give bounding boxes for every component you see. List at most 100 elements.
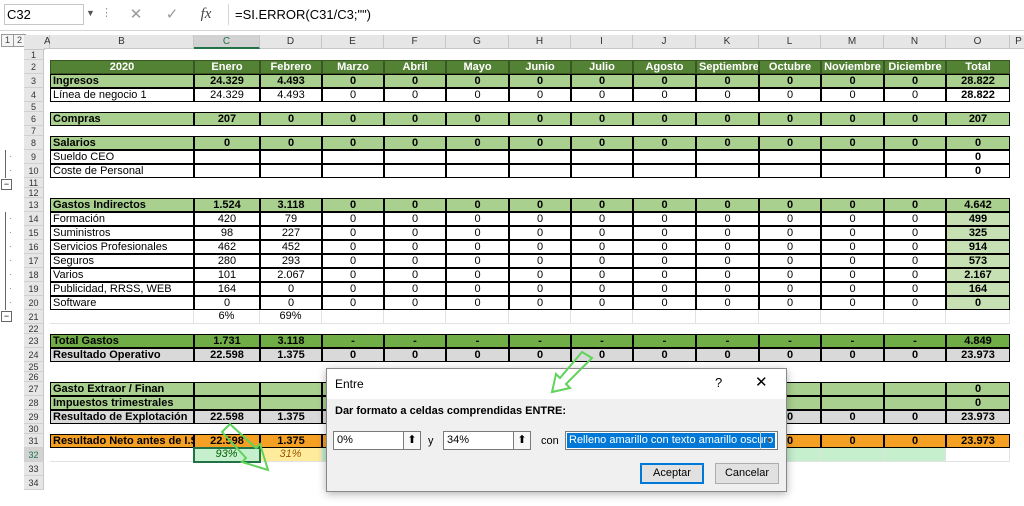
data-cell[interactable]: 0 xyxy=(633,268,696,282)
dialog-titlebar[interactable]: Entre ? ✕ xyxy=(327,369,786,399)
data-cell[interactable]: 0 xyxy=(633,88,696,102)
collapse-group-button[interactable]: − xyxy=(1,179,12,190)
data-cell[interactable]: 0 xyxy=(946,150,1010,164)
data-cell[interactable] xyxy=(571,150,633,164)
data-cell[interactable] xyxy=(696,310,759,324)
data-cell[interactable]: 0 xyxy=(571,136,633,150)
insert-function-icon[interactable]: fx xyxy=(194,4,218,25)
data-cell[interactable]: 0 xyxy=(509,112,571,126)
row-header-22[interactable]: 22 xyxy=(24,324,44,334)
data-cell[interactable] xyxy=(633,164,696,178)
highlight-cell[interactable] xyxy=(821,448,884,462)
data-cell[interactable] xyxy=(571,164,633,178)
data-cell[interactable]: 0 xyxy=(571,348,633,362)
data-cell[interactable]: 0 xyxy=(884,410,946,424)
data-cell[interactable]: 0 xyxy=(446,198,509,212)
data-cell[interactable]: 0 xyxy=(696,136,759,150)
data-cell[interactable]: 1.375 xyxy=(260,410,322,424)
data-cell[interactable]: 0 xyxy=(884,240,946,254)
data-cell[interactable]: 0 xyxy=(759,268,821,282)
data-cell[interactable]: - xyxy=(759,334,821,348)
data-cell[interactable]: - xyxy=(821,334,884,348)
row-header-17[interactable]: 17 xyxy=(24,254,44,268)
data-cell[interactable]: 0 xyxy=(821,136,884,150)
data-cell[interactable]: 0 xyxy=(946,296,1010,310)
column-header-k[interactable]: K xyxy=(696,35,759,49)
data-cell[interactable]: 0 xyxy=(384,348,446,362)
name-box-dropdown-icon[interactable]: ▼ xyxy=(86,8,95,18)
data-cell[interactable]: Enero xyxy=(194,60,260,74)
data-cell[interactable]: 0 xyxy=(821,282,884,296)
data-cell[interactable]: 0 xyxy=(384,74,446,88)
row-header-20[interactable]: 20 xyxy=(24,296,44,310)
row-label[interactable]: Varios xyxy=(50,268,194,282)
row-label[interactable]: Formación xyxy=(50,212,194,226)
row-header-8[interactable]: 8 xyxy=(24,136,44,150)
data-cell[interactable]: 0 xyxy=(509,254,571,268)
row-header-21[interactable]: 21 xyxy=(24,310,44,324)
column-header-f[interactable]: F xyxy=(384,35,446,49)
data-cell[interactable] xyxy=(696,150,759,164)
data-cell[interactable]: 0 xyxy=(509,296,571,310)
data-cell[interactable]: 0 xyxy=(322,198,384,212)
data-cell[interactable]: 0 xyxy=(633,348,696,362)
data-cell[interactable]: 0 xyxy=(821,296,884,310)
data-cell[interactable]: 0 xyxy=(633,282,696,296)
data-cell[interactable]: 0 xyxy=(322,136,384,150)
data-cell[interactable] xyxy=(821,150,884,164)
data-cell[interactable]: 4.642 xyxy=(946,198,1010,212)
data-cell[interactable]: 0 xyxy=(696,198,759,212)
column-header-e[interactable]: E xyxy=(322,35,384,49)
column-header-j[interactable]: J xyxy=(633,35,696,49)
data-cell[interactable]: Agosto xyxy=(633,60,696,74)
data-cell[interactable]: 6% xyxy=(194,310,260,324)
data-cell[interactable] xyxy=(633,150,696,164)
data-cell[interactable] xyxy=(260,396,322,410)
data-cell[interactable]: 4.849 xyxy=(946,334,1010,348)
data-cell[interactable]: 0 xyxy=(571,282,633,296)
data-cell[interactable]: 0 xyxy=(696,296,759,310)
data-cell[interactable]: 227 xyxy=(260,226,322,240)
row-header-6[interactable]: 6 xyxy=(24,112,44,126)
data-cell[interactable] xyxy=(633,310,696,324)
data-cell[interactable]: 3.118 xyxy=(260,334,322,348)
data-cell[interactable]: 22.598 xyxy=(194,410,260,424)
name-box[interactable]: C32 xyxy=(4,4,84,25)
data-cell[interactable]: 0 xyxy=(509,226,571,240)
data-cell[interactable] xyxy=(260,150,322,164)
data-cell[interactable]: 0 xyxy=(884,434,946,448)
data-cell[interactable]: 0 xyxy=(571,226,633,240)
row-label[interactable] xyxy=(50,310,194,324)
data-cell[interactable]: 0 xyxy=(509,268,571,282)
data-cell[interactable]: 0 xyxy=(696,240,759,254)
row-header-32[interactable]: 32 xyxy=(24,448,44,462)
data-cell[interactable]: 0 xyxy=(884,198,946,212)
data-cell[interactable] xyxy=(884,382,946,396)
data-cell[interactable]: 0 xyxy=(759,88,821,102)
data-cell[interactable]: Marzo xyxy=(322,60,384,74)
row-label[interactable]: Total Gastos xyxy=(50,334,194,348)
row-label[interactable]: Línea de negocio 1 xyxy=(50,88,194,102)
data-cell[interactable]: 0 xyxy=(759,198,821,212)
select-all-corner[interactable] xyxy=(24,35,45,50)
confirm-entry-icon[interactable]: ✓ xyxy=(160,4,184,25)
data-cell[interactable]: 280 xyxy=(194,254,260,268)
row-label[interactable]: Sueldo CEO xyxy=(50,150,194,164)
data-cell[interactable]: 499 xyxy=(946,212,1010,226)
format-select[interactable]: Relleno amarillo con texto amarillo oscu… xyxy=(565,431,778,450)
data-cell[interactable]: 22.598 xyxy=(194,434,260,448)
data-cell[interactable]: 0 xyxy=(821,348,884,362)
data-cell[interactable]: 0 xyxy=(446,212,509,226)
row-label[interactable]: 2020 xyxy=(50,60,194,74)
data-cell[interactable]: 0 xyxy=(384,282,446,296)
row-label[interactable]: Ingresos xyxy=(50,74,194,88)
data-cell[interactable]: 0 xyxy=(759,296,821,310)
to-value-input[interactable]: 34% xyxy=(443,431,517,450)
data-cell[interactable] xyxy=(194,382,260,396)
data-cell[interactable]: 0 xyxy=(194,136,260,150)
data-cell[interactable]: 0 xyxy=(633,212,696,226)
data-cell[interactable]: 0 xyxy=(633,74,696,88)
data-cell[interactable]: Mayo xyxy=(446,60,509,74)
data-cell[interactable] xyxy=(384,310,446,324)
data-cell[interactable] xyxy=(509,310,571,324)
